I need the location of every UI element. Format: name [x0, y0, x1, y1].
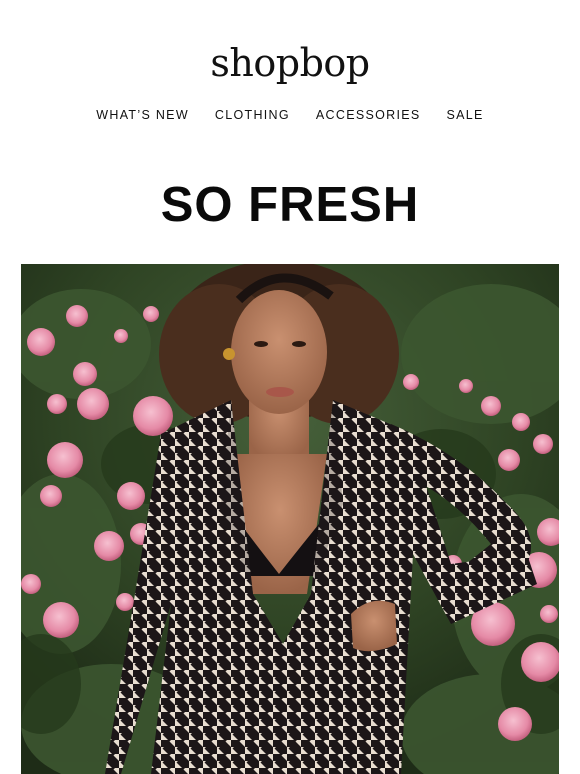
nav-clothing[interactable]: CLOTHING — [202, 107, 303, 123]
headline: SO FRESH — [160, 178, 420, 232]
main-nav: WHAT’S NEW CLOTHING ACCESSORIES SALE — [0, 107, 580, 123]
hero-image[interactable] — [21, 264, 559, 774]
nav-sale[interactable]: SALE — [434, 107, 497, 123]
nav-whats-new[interactable]: WHAT’S NEW — [83, 107, 202, 123]
hero-photo-illustration — [21, 264, 559, 774]
header: shopbop — [0, 44, 580, 82]
shopbop-logo[interactable]: shopbop — [210, 44, 370, 82]
email-page: shopbop WHAT’S NEW CLOTHING ACCESSORIES … — [0, 0, 580, 774]
nav-accessories[interactable]: ACCESSORIES — [303, 107, 434, 123]
